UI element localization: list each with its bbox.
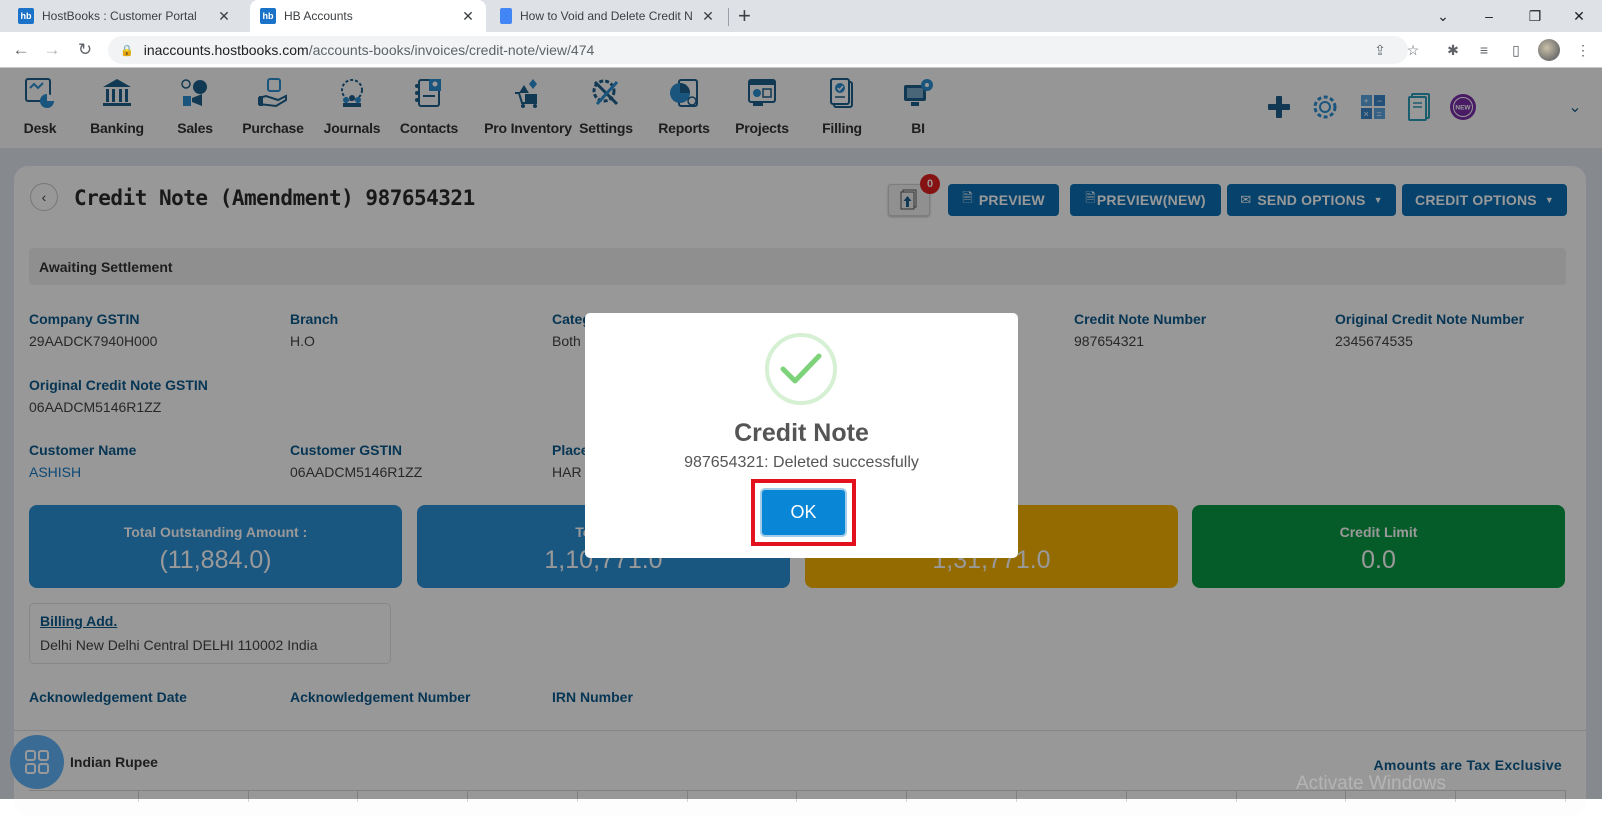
back-arrow-icon[interactable]: ← [9, 38, 33, 62]
dialog-title: Credit Note [734, 419, 869, 447]
reload-icon[interactable]: ↻ [73, 38, 97, 62]
tab-close-icon[interactable]: ✕ [216, 8, 232, 25]
browser-tab-bar: hb HostBooks : Customer Portal ✕ hb HB A… [0, 0, 1602, 32]
tab-title: HB Accounts [284, 9, 353, 23]
success-dialog: Credit Note 987654321: Deleted successfu… [585, 313, 1018, 558]
hostbooks-favicon-icon: hb [18, 8, 34, 24]
tab-close-icon[interactable]: ✕ [460, 8, 476, 25]
dialog-message: 987654321: Deleted successfully [684, 454, 919, 471]
activate-windows-watermark: Activate Windows [1296, 773, 1446, 794]
side-panel-icon[interactable]: ▯ [1506, 40, 1526, 60]
share-icon[interactable]: ⇪ [1370, 40, 1390, 60]
browser-tab-hb-accounts[interactable]: hb HB Accounts ✕ [250, 0, 486, 32]
url-host: inaccounts.hostbooks.com [143, 42, 309, 58]
browser-tab-how-to-void[interactable]: How to Void and Delete Credit N ✕ [490, 0, 726, 32]
tab-search-chevron-icon[interactable]: ⌄ [1420, 0, 1466, 32]
success-check-icon [765, 333, 837, 405]
menu-kebab-icon[interactable]: ⋮ [1573, 40, 1593, 60]
lock-icon: 🔒 [120, 44, 134, 57]
browser-toolbar: ← → ↻ 🔒 inaccounts.hostbooks.com/account… [0, 32, 1602, 68]
close-window-button[interactable]: ✕ [1556, 0, 1602, 32]
media-control-icon[interactable]: ≡ [1474, 40, 1494, 60]
ok-button[interactable]: OK [760, 488, 847, 537]
profile-avatar[interactable] [1538, 39, 1560, 61]
tab-separator [728, 8, 729, 26]
hostbooks-favicon-icon: hb [260, 8, 276, 24]
url-path: /accounts-books/invoices/credit-note/vie… [308, 42, 595, 58]
address-bar[interactable]: 🔒 inaccounts.hostbooks.com/accounts-book… [108, 36, 1408, 64]
tab-title: How to Void and Delete Credit N [520, 9, 693, 23]
new-tab-button[interactable]: + [738, 4, 751, 28]
forward-arrow-icon[interactable]: → [40, 38, 64, 62]
google-docs-favicon-icon [500, 8, 512, 24]
tab-close-icon[interactable]: ✕ [700, 8, 716, 25]
extensions-puzzle-icon[interactable]: ✱ [1443, 40, 1463, 60]
tab-title: HostBooks : Customer Portal [42, 9, 197, 23]
minimize-button[interactable]: – [1466, 0, 1512, 32]
bookmark-star-icon[interactable]: ☆ [1403, 40, 1423, 60]
restore-button[interactable]: ❐ [1512, 0, 1558, 32]
browser-tab-customer-portal[interactable]: hb HostBooks : Customer Portal ✕ [8, 0, 242, 32]
